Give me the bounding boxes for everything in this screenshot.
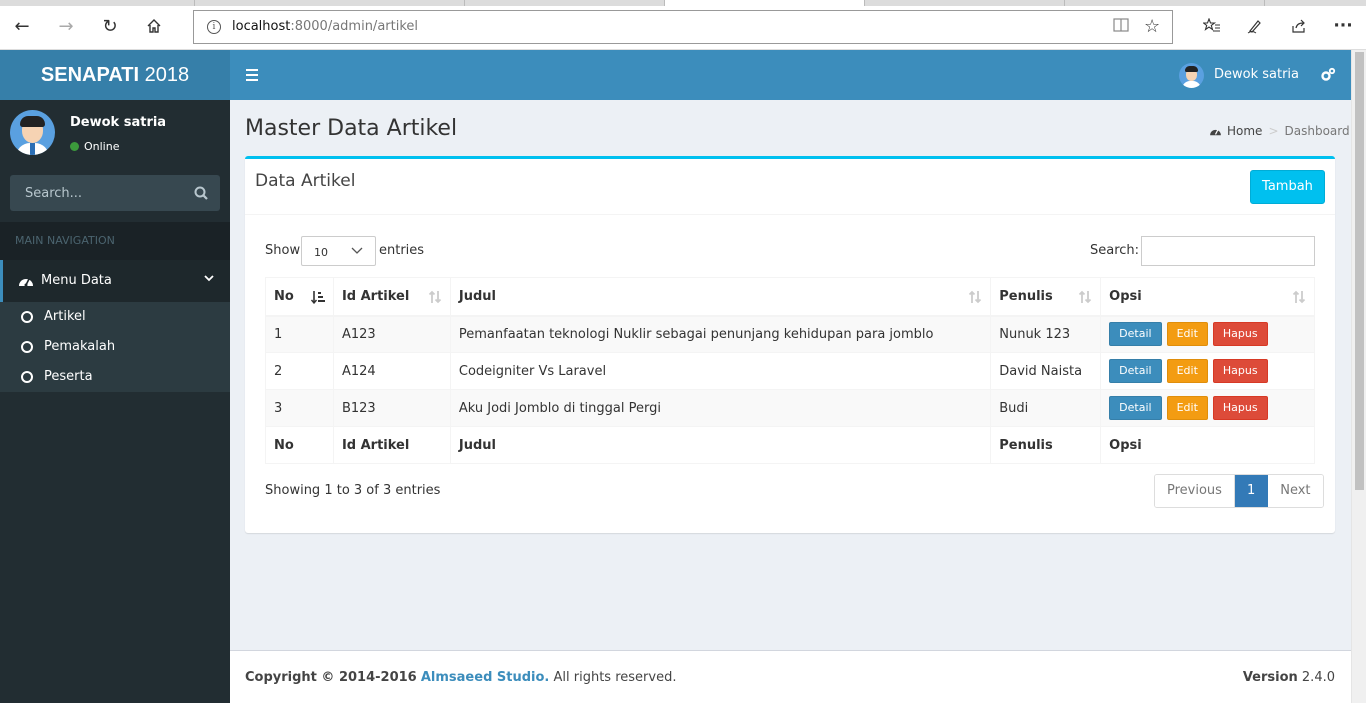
tab-strip xyxy=(0,0,1366,6)
sidebar-search-input[interactable] xyxy=(10,175,185,211)
gears-icon[interactable] xyxy=(1320,67,1336,83)
sort-icon xyxy=(1292,290,1306,304)
detail-button[interactable]: Detail xyxy=(1109,359,1162,383)
entries-select[interactable]: 10 xyxy=(301,236,376,266)
sort-asc-icon xyxy=(310,290,325,305)
add-button[interactable]: Tambah xyxy=(1250,170,1325,204)
breadcrumb: Home > Dashboard xyxy=(1209,124,1350,138)
main-navigation-header: MAIN NAVIGATION xyxy=(0,222,230,260)
scrollbar-thumb[interactable] xyxy=(1355,52,1364,490)
avatar xyxy=(10,110,55,155)
previous-button[interactable]: Previous xyxy=(1155,475,1235,507)
sidebar-item-artikel[interactable]: Artikel xyxy=(0,302,230,332)
box-title: Data Artikel xyxy=(255,171,356,191)
page-1-button[interactable]: 1 xyxy=(1234,475,1269,507)
back-icon[interactable]: ← xyxy=(10,14,34,38)
sidebar: Dewok satria Online MAIN NAVIGATION Menu… xyxy=(0,100,230,703)
column-header-penulis[interactable]: Penulis xyxy=(990,277,1102,317)
header-user-name[interactable]: Dewok satria xyxy=(1214,67,1299,82)
address-bar[interactable]: i localhost:8000/admin/artikel ☆ xyxy=(193,10,1173,44)
share-icon[interactable] xyxy=(1287,14,1311,38)
breadcrumb-home[interactable]: Home xyxy=(1227,124,1262,138)
circle-icon xyxy=(21,311,33,323)
show-label: Show xyxy=(265,243,301,258)
sidebar-search xyxy=(10,175,220,211)
search-label: Search: xyxy=(1090,243,1140,258)
user-status: Online xyxy=(70,140,119,153)
header-avatar[interactable] xyxy=(1179,63,1204,88)
company-link[interactable]: Almsaeed Studio. xyxy=(421,670,550,685)
app-logo[interactable]: SENAPATI 2018 xyxy=(0,50,230,100)
edit-button[interactable]: Edit xyxy=(1166,359,1208,383)
site-info-icon[interactable]: i xyxy=(207,20,221,34)
footer: Copyright © 2014-2016 Almsaeed Studio. A… xyxy=(230,650,1351,703)
delete-button[interactable]: Hapus xyxy=(1212,322,1268,347)
browser-toolbar: ← → ↻ i localhost:8000/admin/artikel ☆ ·… xyxy=(0,0,1366,50)
user-panel: Dewok satria Online xyxy=(0,100,230,170)
more-options-icon[interactable]: ··· xyxy=(1331,14,1355,38)
sidebar-item-menu-data[interactable]: Menu Data xyxy=(0,260,230,302)
main-header: Dewok satria xyxy=(230,50,1351,100)
sort-icon xyxy=(428,290,442,304)
search-icon[interactable] xyxy=(194,186,208,200)
online-dot-icon xyxy=(70,142,79,151)
copyright: Copyright © 2014-2016 Almsaeed Studio. A… xyxy=(245,670,677,685)
notes-pen-icon[interactable] xyxy=(1243,14,1267,38)
dashboard-icon xyxy=(18,274,34,287)
column-header-no[interactable]: No xyxy=(265,277,334,317)
table-row: 3 B123 Aku Jodi Jomblo di tinggal Pergi … xyxy=(265,389,1315,427)
sidebar-user-name: Dewok satria xyxy=(70,115,167,130)
circle-icon xyxy=(21,371,33,383)
column-header-opsi[interactable]: Opsi xyxy=(1100,277,1315,317)
page-title: Master Data Artikel xyxy=(245,116,458,141)
table-row: 2 A124 Codeigniter Vs Laravel David Nais… xyxy=(265,352,1315,390)
url-text[interactable]: localhost:8000/admin/artikel xyxy=(232,19,418,34)
treeview-menu: Artikel Pemakalah Peserta xyxy=(0,302,230,392)
breadcrumb-separator: > xyxy=(1268,124,1279,138)
forward-icon[interactable]: → xyxy=(54,14,78,38)
refresh-icon[interactable]: ↻ xyxy=(98,14,122,38)
data-box: Data Artikel Tambah Show 10 entries Sear… xyxy=(245,156,1335,533)
favorite-star-icon[interactable]: ☆ xyxy=(1144,16,1160,37)
table-search-input[interactable] xyxy=(1141,236,1315,266)
delete-button[interactable]: Hapus xyxy=(1212,359,1268,383)
sidebar-toggle-icon[interactable] xyxy=(246,69,258,81)
reading-view-icon[interactable] xyxy=(1112,18,1130,36)
sort-icon xyxy=(968,290,982,304)
column-header-judul[interactable]: Judul xyxy=(449,277,992,317)
table-row: 1 A123 Pemanfaatan teknologi Nuklir seba… xyxy=(265,315,1315,353)
divider xyxy=(245,214,1335,215)
circle-icon xyxy=(21,341,33,353)
detail-button[interactable]: Detail xyxy=(1109,322,1162,347)
version: Version 2.4.0 xyxy=(1242,670,1335,685)
chevron-down-icon xyxy=(351,245,363,255)
table-footer-row: No Id Artikel Judul Penulis Opsi xyxy=(265,426,1315,464)
entries-label: entries xyxy=(379,243,425,258)
dashboard-icon xyxy=(1209,125,1222,136)
favorites-hub-icon[interactable] xyxy=(1200,14,1224,38)
detail-button[interactable]: Detail xyxy=(1109,396,1162,420)
pagination: Previous 1 Next xyxy=(1154,474,1324,508)
delete-button[interactable]: Hapus xyxy=(1212,396,1268,420)
artikel-table: No Id Artikel Judul Penulis Opsi 1 A123 … xyxy=(265,277,1315,464)
breadcrumb-current: Dashboard xyxy=(1284,124,1350,138)
edit-button[interactable]: Edit xyxy=(1166,396,1208,420)
column-header-id-artikel[interactable]: Id Artikel xyxy=(332,277,451,317)
sidebar-item-peserta[interactable]: Peserta xyxy=(0,362,230,392)
table-header-row: No Id Artikel Judul Penulis Opsi xyxy=(265,277,1315,317)
menu-data-label: Menu Data xyxy=(41,273,112,288)
chevron-down-icon[interactable] xyxy=(204,272,214,286)
page-scrollbar[interactable] xyxy=(1351,50,1366,703)
next-button[interactable]: Next xyxy=(1268,475,1323,507)
home-icon[interactable] xyxy=(142,14,166,38)
table-info: Showing 1 to 3 of 3 entries xyxy=(265,483,441,498)
sort-icon xyxy=(1078,290,1092,304)
edit-button[interactable]: Edit xyxy=(1166,322,1208,347)
sidebar-item-pemakalah[interactable]: Pemakalah xyxy=(0,332,230,362)
